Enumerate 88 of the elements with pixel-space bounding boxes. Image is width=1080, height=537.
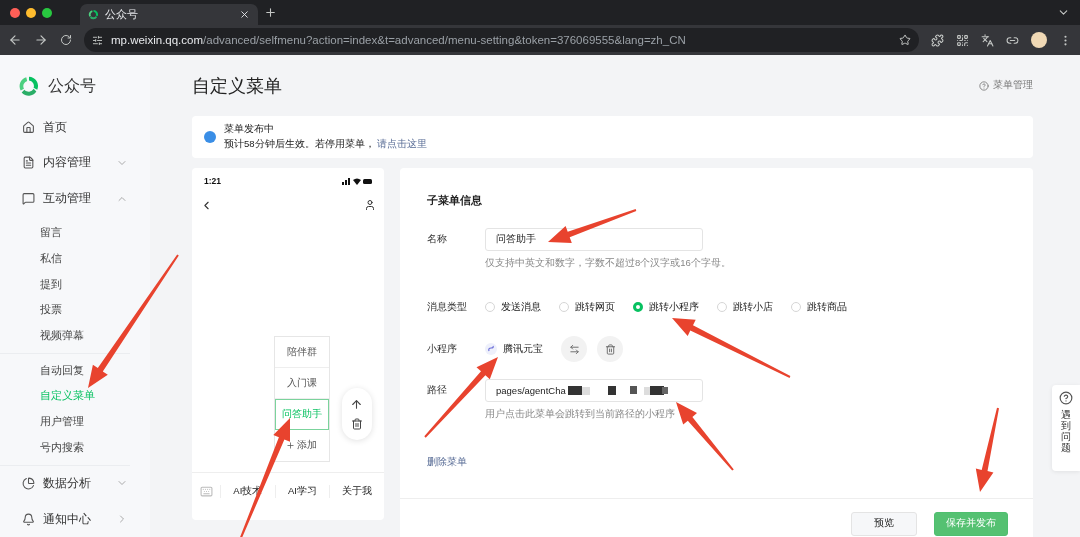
sidebar-item[interactable]: 数据分析 [0,465,150,502]
profile-avatar[interactable] [1031,32,1047,48]
sidebar-subitem[interactable]: 号内搜索 [0,434,130,461]
nav-icon [22,192,35,206]
status-time: 1:21 [204,176,221,186]
help-icon [1059,391,1073,405]
extensions-icon[interactable] [931,33,944,47]
radio-icon[interactable] [633,302,643,312]
field-label: 路径 [427,384,448,397]
profile-icon[interactable] [364,199,376,211]
sidebar-subitem[interactable]: 视频弹幕 [0,323,130,349]
message-type-radio[interactable]: 跳转小店 [717,300,773,314]
forward-icon[interactable] [34,33,48,47]
sidebar-subitem[interactable]: 用户管理 [0,409,130,435]
translate-icon[interactable] [981,33,994,47]
message-type-radio[interactable]: 跳转小程序 [633,300,699,314]
trash-icon [604,343,616,355]
notice-title: 菜单发布中 [224,123,275,136]
submenu-item[interactable]: 入门课 [274,368,330,399]
radio-icon[interactable] [791,302,801,312]
name-input[interactable]: 问答助手 [485,228,703,251]
form-title: 子菜单信息 [427,194,483,208]
annotation-arrow [676,402,734,471]
new-tab-icon[interactable] [264,6,277,19]
miniprogram-icon [485,343,497,355]
sidebar-subitem[interactable]: 留言 [0,220,130,247]
zoom-window-button[interactable] [42,7,52,18]
field-label: 消息类型 [427,300,468,314]
sidebar-subitem[interactable]: 私信 [0,246,130,272]
address-bar[interactable]: mp.weixin.qq.com/advanced/selfmenu?action=index&t=advanced/menu-setting&token=376069555&lang=zh_CN [84,28,919,52]
preview-button[interactable]: 预览 [851,511,917,536]
move-up-icon[interactable] [350,397,364,411]
menu-tab[interactable]: 关于我 [329,485,384,498]
minimize-window-button[interactable] [26,7,36,18]
disable-menu-link[interactable]: 请点击这里 [377,138,428,149]
reload-icon[interactable] [60,34,72,46]
sidebar-item[interactable]: 内容管理 [0,145,150,181]
field-label: 名称 [427,233,448,246]
help-icon [979,80,989,91]
nav-icon [22,512,35,526]
menu-help-link[interactable]: 菜单管理 [979,79,1033,92]
nav-icon [22,476,35,490]
page-title: 自定义菜单 [192,74,282,98]
sidebar-item[interactable]: 通知中心 [0,501,150,537]
delete-menu-link[interactable]: 删除菜单 [427,456,467,467]
path-input[interactable]: pages/agentCha [485,379,703,402]
url-path: /advanced/selfmenu?action=index&t=advanced/menu-setting&token=376069555&lang=zh_CN [203,34,686,46]
radio-icon[interactable] [485,302,495,312]
nav-icon [22,120,35,134]
radio-icon[interactable] [559,302,569,312]
message-type-radio[interactable]: 跳转商品 [791,300,847,314]
sidebar-subitem[interactable]: 自动回复 [0,357,130,384]
submenu-item[interactable]: 陪伴群 [274,337,330,368]
name-hint: 仅支持中英文和数字，字数不超过8个汉字或16个字母。 [484,257,732,270]
nav-icon [22,156,35,170]
qr-code-icon[interactable] [956,33,969,47]
close-icon[interactable] [239,9,250,20]
close-window-button[interactable] [10,7,20,18]
add-submenu-button[interactable]: 添加 [274,430,330,461]
sidebar-item[interactable]: 首页 [0,109,150,145]
field-label: 小程序 [427,342,458,356]
url-host: mp.weixin.qq.com [111,34,204,46]
delete-icon[interactable] [350,418,363,431]
delete-button[interactable] [597,336,623,362]
message-type-radio[interactable]: 跳转网页 [559,300,615,314]
radio-icon[interactable] [717,302,727,312]
logo-icon [18,75,40,98]
message-type-radio[interactable]: 发送消息 [485,300,541,314]
back-icon[interactable] [8,33,22,47]
brand-name: 公众号 [48,75,96,96]
browser-tab[interactable]: 公众号 [80,4,258,25]
miniprogram-name: 腾讯元宝 [503,342,543,356]
sidebar-item[interactable]: 互动管理 [0,180,150,217]
sidebar-subitem[interactable]: 投票 [0,297,130,324]
tab-title: 公众号 [105,7,139,22]
plus-icon [286,441,296,450]
menu-tab[interactable]: AI学习 [274,485,330,498]
swap-button[interactable] [561,336,587,362]
notice-text: 预计58分钟后生效。若停用菜单， 请点击这里 [224,138,428,151]
swap-icon [568,343,580,355]
bookmark-star-icon[interactable] [899,34,911,46]
info-icon [204,131,216,143]
site-info-icon[interactable] [92,34,103,46]
path-hint: 用户点击此菜单会跳转到当前路径的小程序 [484,408,676,421]
status-icons-drawing [342,177,372,185]
help-tab[interactable]: 遇到问题 [1052,385,1080,471]
logo-icon [88,9,99,20]
sidebar-subitem[interactable]: 提到 [0,271,130,298]
